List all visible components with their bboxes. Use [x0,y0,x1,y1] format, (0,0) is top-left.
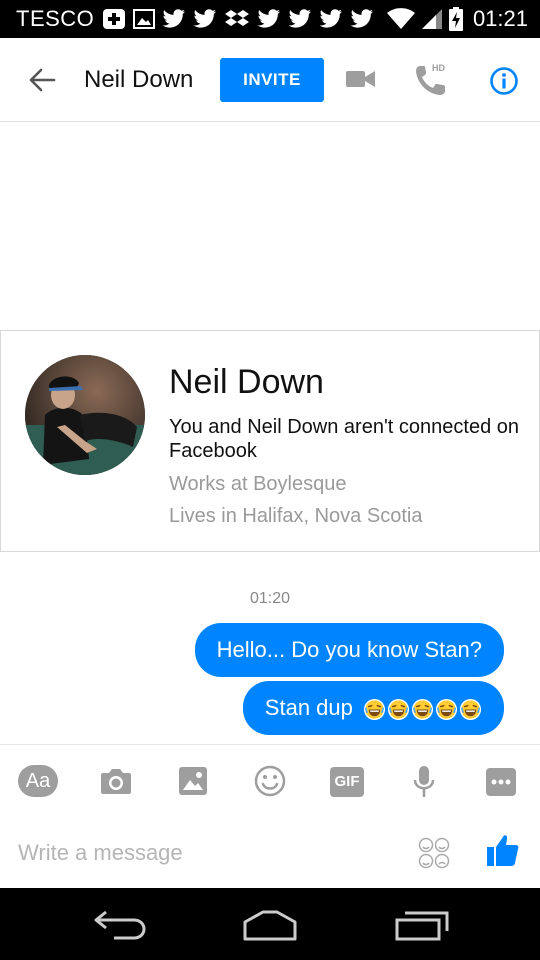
emoji-group [363,698,482,721]
wifi-icon [386,8,415,29]
carrier-name: TESCO [16,6,95,31]
notification-icons [102,8,374,30]
laughing-emoji-icon [411,698,434,720]
avatar[interactable] [25,355,145,475]
profile-work: Works at Boylesque [169,473,347,495]
laughing-emoji-icon [459,698,482,720]
microphone-icon[interactable] [412,765,436,799]
stickers-icon[interactable] [418,837,450,869]
hd-badge: HD [432,63,445,73]
android-navigation-bar [0,888,540,960]
profile-location: Lives in Halifax, Nova Scotia [169,505,423,527]
dropbox-notification-icon [225,10,250,26]
laughing-emoji-icon [435,698,458,720]
camera-icon[interactable] [100,767,132,795]
message-composer: Aa GIF [0,744,540,888]
message-input[interactable] [18,835,398,871]
info-icon[interactable] [489,66,519,96]
twitter-notification-icon [162,9,186,28]
message-bubble[interactable]: Hello... Do you know Stan? [194,623,504,677]
status-bar: TESCO 01:21 [0,0,540,38]
connection-status: You and Neil Down aren't connected on Fa… [169,416,519,462]
twitter-notification-icon [350,9,374,28]
twitter-notification-icon [319,9,343,28]
emoji-icon[interactable] [254,765,286,797]
signal-icon [421,9,442,29]
nav-home-icon[interactable] [241,908,299,942]
voice-call-button[interactable]: HD [414,62,450,98]
text-style-label: Aa [25,770,51,792]
text-style-button[interactable]: Aa [18,765,58,797]
profile-photo [25,355,145,475]
conversation-title[interactable]: Neil Down [84,66,193,94]
laughing-emoji-icon [387,698,410,720]
like-thumbs-up-icon[interactable] [486,833,520,867]
gif-label: GIF [334,773,360,790]
gif-button[interactable]: GIF [330,767,364,797]
laughing-emoji-icon [363,698,386,720]
plus-notification-icon [103,9,126,29]
twitter-notification-icon [257,9,281,28]
video-call-icon[interactable] [346,67,376,91]
message-timestamp: 01:20 [249,590,291,607]
invite-button[interactable]: INVITE [220,58,324,102]
nav-back-icon[interactable] [92,910,148,940]
twitter-notification-icon [288,9,312,28]
gallery-icon[interactable] [178,766,208,796]
more-options-icon[interactable] [485,767,517,797]
message-bubble[interactable]: Stan dup [242,681,504,735]
message-text: Stan dup [264,695,353,720]
twitter-notification-icon [193,9,217,28]
message-text: Hello... Do you know Stan? [216,637,482,662]
image-notification-icon [133,9,156,29]
profile-name: Neil Down [169,363,324,401]
back-arrow-icon[interactable] [26,64,58,96]
contact-profile-card: Neil Down You and Neil Down aren't conne… [0,330,540,552]
nav-recent-apps-icon[interactable] [394,909,450,941]
battery-charging-icon [448,7,463,31]
conversation-header: Neil Down INVITE HD [0,38,540,122]
system-status-icons: 01:21 [386,6,528,32]
clock: 01:21 [472,6,528,31]
